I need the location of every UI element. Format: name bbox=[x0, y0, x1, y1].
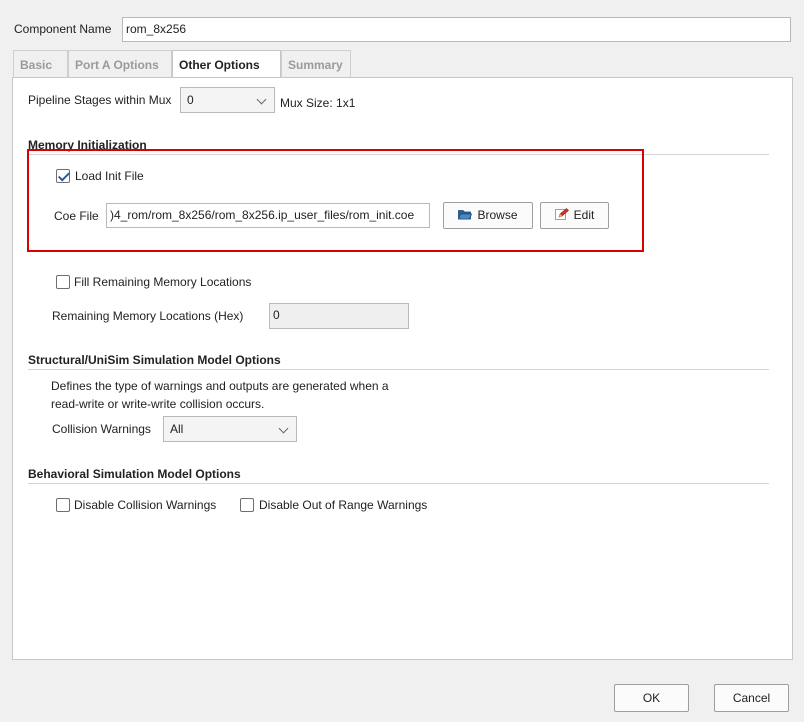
disable-range-label: Disable Out of Range Warnings bbox=[259, 498, 428, 512]
load-init-checkbox[interactable] bbox=[56, 169, 70, 183]
tab-port-a-options[interactable]: Port A Options bbox=[68, 50, 172, 78]
highlight-box bbox=[27, 149, 644, 252]
structural-desc-line2: read-write or write-write collision occu… bbox=[51, 397, 265, 411]
pipeline-stages-label: Pipeline Stages within Mux bbox=[28, 93, 172, 107]
collision-warnings-label: Collision Warnings bbox=[52, 422, 151, 436]
coe-file-label: Coe File bbox=[54, 209, 99, 223]
collision-warnings-select[interactable]: All bbox=[163, 416, 297, 442]
pipeline-stages-select[interactable]: 0 bbox=[180, 87, 275, 113]
browse-button[interactable]: Browse bbox=[443, 202, 533, 229]
tab-other-options[interactable]: Other Options bbox=[172, 50, 281, 79]
edit-label: Edit bbox=[573, 208, 595, 222]
chevron-down-icon bbox=[256, 94, 267, 105]
behavioral-title: Behavioral Simulation Model Options bbox=[28, 467, 241, 481]
load-init-label: Load Init File bbox=[75, 169, 144, 183]
collision-warnings-value: All bbox=[170, 422, 184, 436]
tab-summary[interactable]: Summary bbox=[281, 50, 351, 78]
ok-button[interactable]: OK bbox=[614, 684, 689, 712]
cancel-button[interactable]: Cancel bbox=[714, 684, 789, 712]
folder-open-icon bbox=[458, 210, 473, 220]
component-name-input[interactable]: rom_8x256 bbox=[122, 17, 791, 42]
remaining-memory-label: Remaining Memory Locations (Hex) bbox=[52, 309, 244, 323]
tab-basic[interactable]: Basic bbox=[13, 50, 68, 78]
disable-range-checkbox[interactable] bbox=[240, 498, 254, 512]
edit-icon bbox=[554, 208, 569, 220]
coe-file-input[interactable]: )4_rom/rom_8x256/rom_8x256.ip_user_files… bbox=[106, 203, 430, 228]
pipeline-stages-value: 0 bbox=[187, 93, 194, 107]
disable-collision-label: Disable Collision Warnings bbox=[74, 498, 217, 512]
browse-label: Browse bbox=[477, 208, 518, 222]
fill-remaining-checkbox[interactable] bbox=[56, 275, 70, 289]
remaining-memory-input[interactable]: 0 bbox=[269, 303, 409, 329]
disable-collision-checkbox[interactable] bbox=[56, 498, 70, 512]
component-name-label: Component Name bbox=[14, 22, 112, 36]
chevron-down-icon bbox=[278, 423, 289, 434]
structural-divider bbox=[28, 369, 769, 370]
behavioral-divider bbox=[28, 483, 769, 484]
structural-title: Structural/UniSim Simulation Model Optio… bbox=[28, 353, 281, 367]
structural-desc-line1: Defines the type of warnings and outputs… bbox=[51, 379, 389, 393]
mux-size-label: Mux Size: 1x1 bbox=[280, 96, 356, 110]
fill-remaining-label: Fill Remaining Memory Locations bbox=[74, 275, 252, 289]
edit-button[interactable]: Edit bbox=[540, 202, 609, 229]
